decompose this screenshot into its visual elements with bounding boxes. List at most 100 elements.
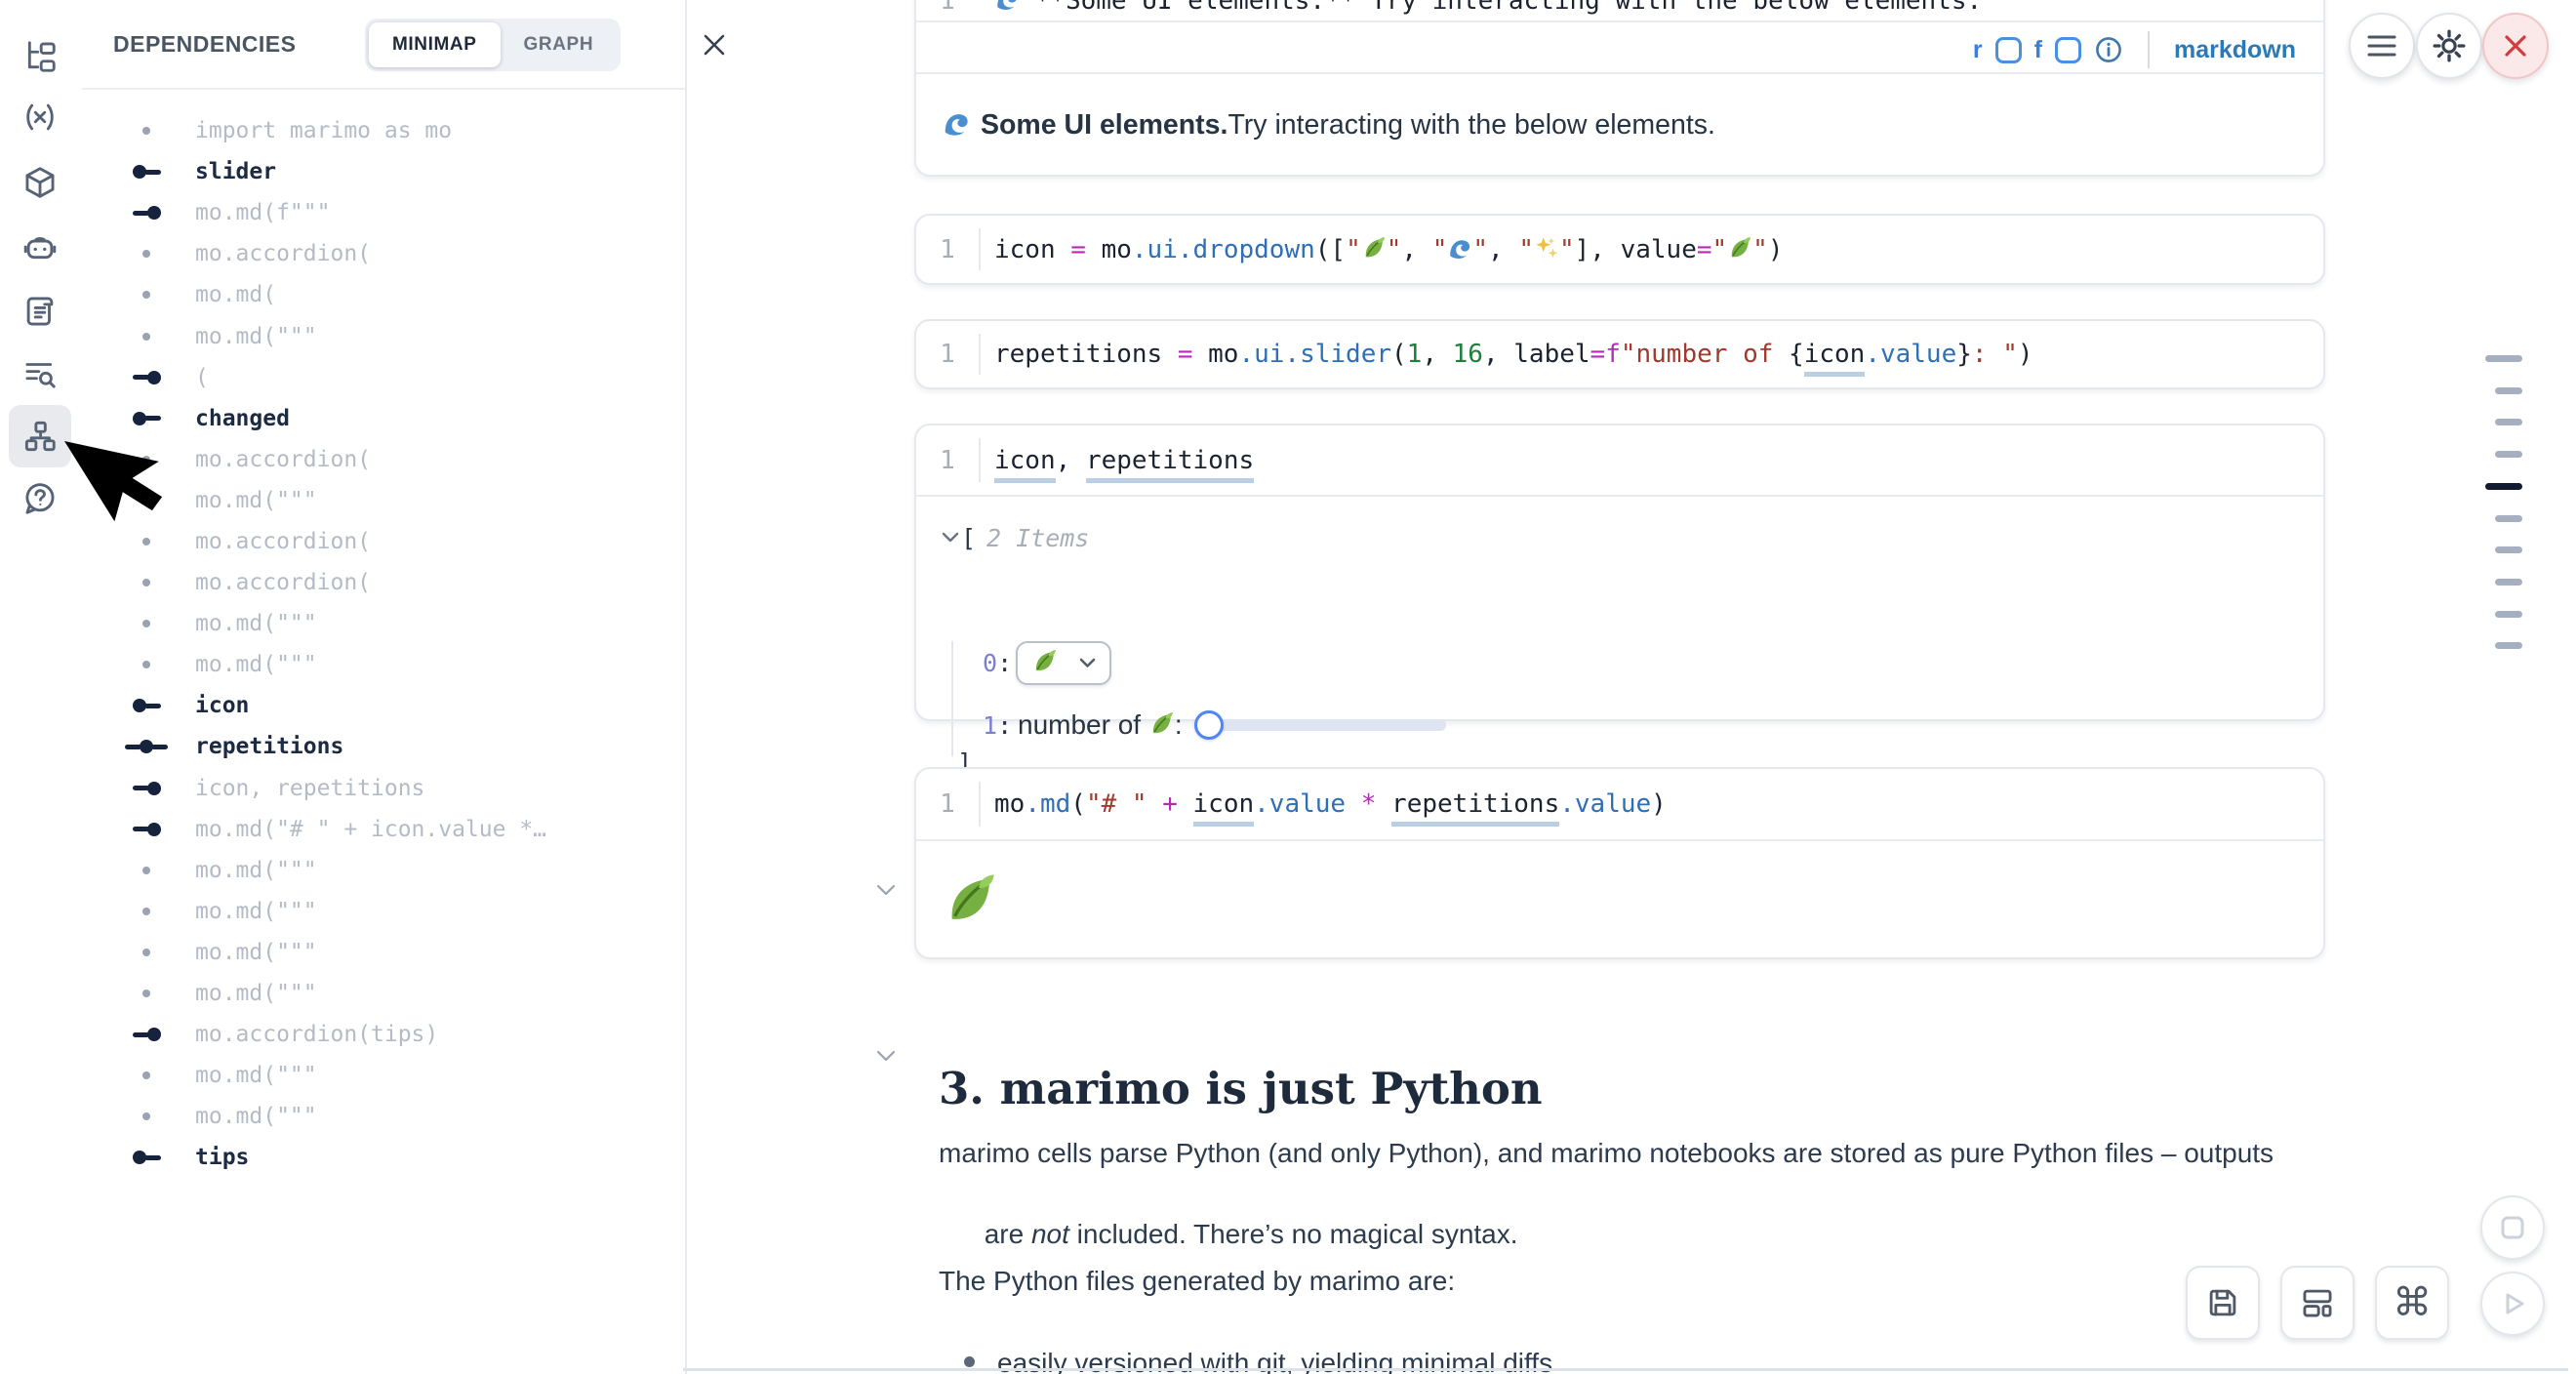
dependency-graph-icon — [21, 418, 59, 455]
help-icon — [21, 480, 59, 517]
line-number: 1 — [916, 0, 979, 16]
cell-marker[interactable] — [2495, 419, 2522, 425]
code-cell-expression[interactable]: 1 icon, repetitions [ 2 Items 0: 1: numb… — [914, 424, 2325, 721]
reactive-toggle-label: r — [1973, 36, 1983, 64]
code-line[interactable]: repetitions = mo.ui.slider(1, 16, label=… — [981, 340, 2033, 369]
sidebar-item-logs-search[interactable] — [9, 343, 71, 405]
tree-row-0-index: 0: — [983, 649, 1012, 677]
line-number: 1 — [916, 446, 979, 475]
code-token: ( — [1070, 789, 1086, 819]
cell-language-button[interactable]: markdown — [2174, 36, 2296, 64]
notebook-menu-button[interactable] — [2349, 13, 2415, 79]
code-token: ], value — [1575, 235, 1697, 264]
left-icon-rail — [0, 0, 84, 1374]
code-line[interactable]: icon, repetitions — [981, 446, 1254, 475]
play-icon — [2496, 1287, 2529, 1320]
code-token: ([ — [1315, 235, 1346, 264]
code-line[interactable]: icon = mo.ui.dropdown(["", "", ""], valu… — [981, 235, 1783, 264]
code-token: * — [1361, 789, 1377, 819]
markdown-cell-toolbar: r f markdown — [1973, 25, 2296, 74]
markdown-output: Some UI elements. Try interacting with t… — [916, 72, 2323, 178]
code-token: " — [1559, 235, 1575, 264]
wave-emoji — [994, 0, 1020, 12]
code-token: " — [1432, 235, 1448, 264]
sidebar-item-variables[interactable] — [9, 86, 71, 148]
sidebar-item-snippets[interactable] — [9, 280, 71, 343]
italic-text: not — [1031, 1219, 1069, 1249]
dropdown-select[interactable] — [1016, 641, 1111, 685]
cell-marker[interactable] — [2495, 546, 2522, 553]
tree-collapse-icon[interactable] — [942, 532, 959, 544]
code-line[interactable]: **Some UI elements.** Try interacting wi… — [981, 0, 1982, 16]
code-token: } — [1956, 340, 1972, 369]
cell-marker[interactable] — [2485, 355, 2522, 362]
settings-button[interactable] — [2416, 13, 2482, 79]
cell-marker-active[interactable] — [2485, 483, 2522, 490]
sidebar-item-dependencies[interactable] — [9, 405, 71, 467]
sidebar-item-help[interactable] — [9, 467, 71, 530]
stop-button[interactable] — [2480, 1195, 2545, 1260]
code-cell-dropdown[interactable]: 1 icon = mo.ui.dropdown(["", "", ""], va… — [914, 214, 2325, 285]
cell-marker[interactable] — [2495, 387, 2522, 394]
code-token: .value — [1254, 789, 1346, 819]
cell-marker[interactable] — [2495, 515, 2522, 522]
cell-marker[interactable] — [2495, 611, 2522, 618]
section-heading: 3. marimo is just Python — [939, 1063, 1543, 1114]
code-token: mo — [994, 789, 1025, 819]
mouse-cursor — [64, 441, 66, 443]
shutdown-button[interactable] — [2482, 13, 2549, 79]
code-token: icon — [1804, 340, 1866, 377]
leaf-emoji — [1148, 710, 1175, 737]
code-token: 1 — [1407, 340, 1423, 369]
robot-icon — [21, 228, 59, 265]
sidebar-item-ai-assistant[interactable] — [9, 216, 71, 278]
line-number: 1 — [916, 340, 979, 369]
code-token: " — [1387, 235, 1402, 264]
variables-icon — [21, 99, 59, 136]
notebook-area: 1 **Some UI elements.** Try interacting … — [84, 0, 2576, 1374]
tree-indent-guide — [951, 641, 953, 756]
code-token: " — [1472, 235, 1488, 264]
menu-icon — [2365, 33, 2398, 59]
command-icon: ⌘ — [2393, 1280, 2432, 1325]
code-token: " — [1518, 235, 1534, 264]
info-icon[interactable] — [2094, 35, 2123, 64]
markdown-cell-ui-elements[interactable]: 1 **Some UI elements.** Try interacting … — [914, 0, 2325, 177]
save-icon — [2204, 1284, 2241, 1321]
code-token: .value — [1559, 789, 1651, 819]
code-token — [1346, 789, 1361, 819]
slider-thumb[interactable] — [1194, 710, 1224, 740]
code-token: " — [1712, 235, 1728, 264]
section-collapse-icon[interactable] — [876, 1050, 896, 1063]
code-token: = — [1178, 340, 1193, 369]
save-button[interactable] — [2186, 1266, 2260, 1340]
code-token: f — [1605, 340, 1621, 369]
run-button[interactable] — [2480, 1272, 2545, 1336]
code-token: : " — [1972, 340, 2018, 369]
marimo-app: DEPENDENCIES MINIMAPGRAPH import marimo … — [0, 0, 2576, 1374]
layout-button[interactable] — [2280, 1266, 2355, 1340]
format-checkbox[interactable] — [2055, 37, 2081, 63]
line-number: 1 — [916, 235, 979, 264]
sidebar-item-packages[interactable] — [9, 151, 71, 214]
code-token: = — [1697, 235, 1712, 264]
reactive-checkbox[interactable] — [1995, 37, 2022, 63]
code-cell-md-expression[interactable]: 1 mo.md("# " + icon.value * repetitions.… — [914, 767, 2325, 959]
stop-icon — [2496, 1211, 2529, 1244]
leaf-emoji — [1727, 235, 1752, 261]
chevron-down-icon — [1079, 658, 1096, 668]
cell-marker[interactable] — [2495, 579, 2522, 586]
keyboard-shortcuts-button[interactable]: ⌘ — [2375, 1266, 2449, 1340]
code-cell-slider[interactable]: 1 repetitions = mo.ui.slider(1, 16, labe… — [914, 319, 2325, 389]
cell-collapse-icon[interactable] — [876, 884, 896, 897]
code-line[interactable]: mo.md("# " + icon.value * repetitions.va… — [981, 789, 1667, 819]
code-token: "# " — [1086, 789, 1147, 819]
sidebar-item-file-tree[interactable] — [9, 25, 71, 88]
package-icon — [21, 164, 59, 201]
markdown-source-line[interactable]: 1 **Some UI elements.** Try interacting … — [916, 0, 2323, 14]
cell-marker[interactable] — [2495, 642, 2522, 649]
slider-label: number of : — [1018, 709, 1183, 741]
slider-track[interactable] — [1209, 719, 1446, 731]
cell-marker[interactable] — [2495, 451, 2522, 458]
code-token: .md — [1025, 789, 1070, 819]
